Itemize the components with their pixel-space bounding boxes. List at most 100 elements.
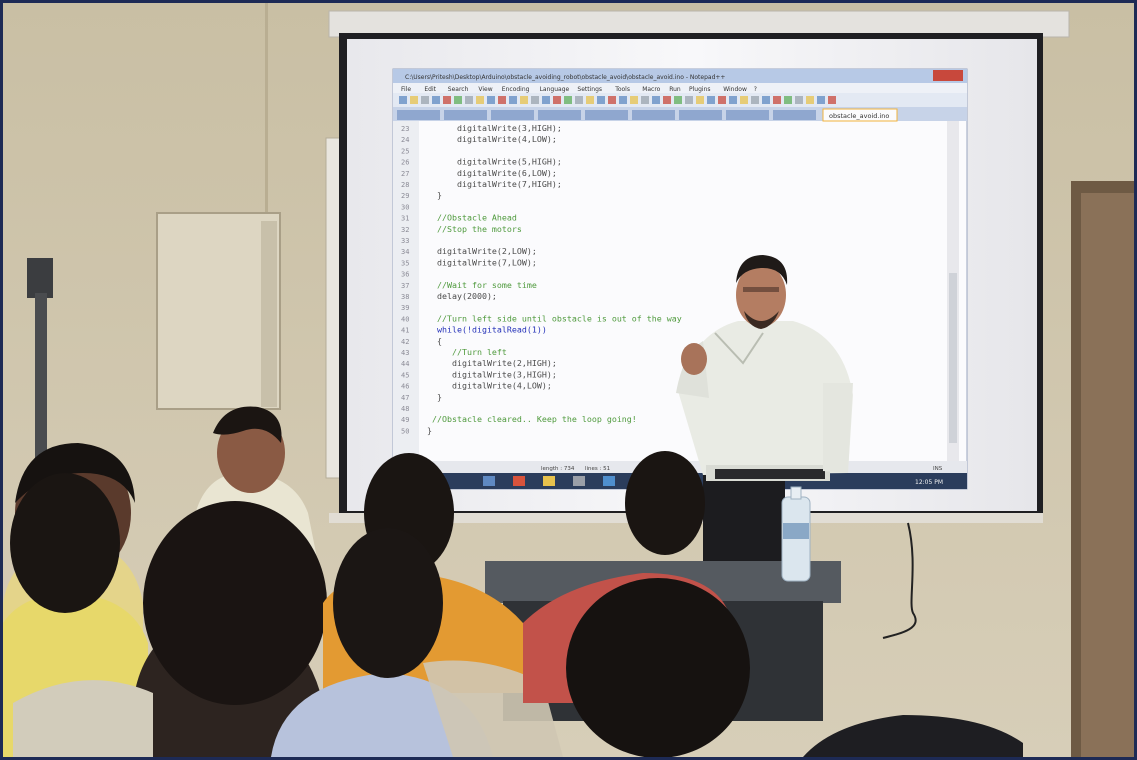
code-line: digitalWrite(5,HIGH);	[427, 157, 562, 167]
toolbar-button-icon[interactable]	[487, 96, 495, 104]
tab-inactive[interactable]	[726, 110, 769, 120]
toolbar-button-icon[interactable]	[740, 96, 748, 104]
toolbar-button-icon[interactable]	[817, 96, 825, 104]
toolbar-button-icon[interactable]	[641, 96, 649, 104]
toolbar-button-icon[interactable]	[399, 96, 407, 104]
toolbar-button-icon[interactable]	[542, 96, 550, 104]
toolbar-button-icon[interactable]	[564, 96, 572, 104]
tab-inactive[interactable]	[585, 110, 628, 120]
line-number: 38	[401, 293, 409, 301]
taskbar-app-icon[interactable]	[573, 476, 585, 486]
line-number: 25	[401, 147, 409, 155]
toolbar-button-icon[interactable]	[520, 96, 528, 104]
taskbar-app-icon[interactable]	[603, 476, 615, 486]
menu-item[interactable]: Window	[723, 86, 747, 93]
menu-item[interactable]: File	[401, 86, 411, 93]
tab-inactive[interactable]	[491, 110, 534, 120]
taskbar-clock: 12:05 PM	[915, 479, 943, 486]
menu-item[interactable]: Encoding	[502, 86, 530, 93]
line-number: 30	[401, 203, 409, 211]
toolbar-button-icon[interactable]	[465, 96, 473, 104]
toolbar-button-icon[interactable]	[410, 96, 418, 104]
editor-scrollbar-thumb[interactable]	[949, 273, 957, 443]
toolbar-button-icon[interactable]	[729, 96, 737, 104]
line-number: 43	[401, 349, 409, 357]
toolbar-button-icon[interactable]	[498, 96, 506, 104]
line-number: 50	[401, 427, 409, 435]
toolbar-button-icon[interactable]	[685, 96, 693, 104]
status-lines: lines : 51	[585, 466, 610, 472]
toolbar-button-icon[interactable]	[663, 96, 671, 104]
tab-inactive[interactable]	[679, 110, 722, 120]
door	[1081, 193, 1134, 757]
menu-item[interactable]: Macro	[642, 86, 660, 93]
line-number: 48	[401, 405, 409, 413]
toolbar-button-icon[interactable]	[421, 96, 429, 104]
menu-item[interactable]: Tools	[614, 86, 630, 93]
toolbar-button-icon[interactable]	[608, 96, 616, 104]
toolbar-button-icon[interactable]	[652, 96, 660, 104]
toolbar-button-icon[interactable]	[707, 96, 715, 104]
toolbar-button-icon[interactable]	[597, 96, 605, 104]
toolbar-button-icon[interactable]	[443, 96, 451, 104]
tab-inactive[interactable]	[632, 110, 675, 120]
toolbar-button-icon[interactable]	[476, 96, 484, 104]
line-number: 47	[401, 394, 409, 402]
status-length: length : 734	[541, 466, 575, 472]
toolbar-button-icon[interactable]	[553, 96, 561, 104]
menu-item[interactable]: Edit	[424, 86, 436, 93]
toolbar-button-icon[interactable]	[828, 96, 836, 104]
editor-title: C:\Users\Pritesh\Desktop\Arduino\obstacl…	[405, 74, 725, 81]
menu-item[interactable]: Plugins	[689, 86, 711, 93]
code-line: digitalWrite(3,HIGH);	[427, 123, 562, 133]
toolbar-button-icon[interactable]	[784, 96, 792, 104]
line-number: 41	[401, 327, 409, 335]
menu-item[interactable]: View	[478, 86, 492, 93]
toolbar-button-icon[interactable]	[619, 96, 627, 104]
taskbar-app-icon[interactable]	[543, 476, 555, 486]
toolbar-button-icon[interactable]	[575, 96, 583, 104]
toolbar-button-icon[interactable]	[454, 96, 462, 104]
toolbar-button-icon[interactable]	[751, 96, 759, 104]
toolbar-button-icon[interactable]	[531, 96, 539, 104]
toolbar-button-icon[interactable]	[586, 96, 594, 104]
menu-item[interactable]: Language	[540, 86, 570, 93]
status-ins: INS	[933, 466, 943, 472]
toolbar-button-icon[interactable]	[630, 96, 638, 104]
line-number: 42	[401, 338, 409, 346]
code-line: while(!digitalRead(1))	[427, 325, 547, 335]
toolbar-button-icon[interactable]	[509, 96, 517, 104]
code-line: digitalWrite(2,LOW);	[427, 246, 537, 256]
toolbar-button-icon[interactable]	[795, 96, 803, 104]
taskbar-app-icon[interactable]	[513, 476, 525, 486]
toolbar-button-icon[interactable]	[762, 96, 770, 104]
menu-item[interactable]: Search	[448, 86, 469, 93]
water-bottle-label	[783, 523, 809, 539]
line-number: 26	[401, 159, 409, 167]
menu-item[interactable]: Settings	[577, 86, 602, 93]
toolbar-button-icon[interactable]	[718, 96, 726, 104]
toolbar-button-icon[interactable]	[806, 96, 814, 104]
tab-inactive[interactable]	[538, 110, 581, 120]
water-bottle-cap	[790, 486, 802, 500]
line-number: 33	[401, 237, 409, 245]
editor-close-button[interactable]	[933, 70, 963, 81]
taskbar-app-icon[interactable]	[483, 476, 495, 486]
line-number: 36	[401, 271, 409, 279]
code-line: digitalWrite(7,HIGH);	[427, 179, 562, 189]
line-number: 39	[401, 304, 409, 312]
toolbar-button-icon[interactable]	[674, 96, 682, 104]
line-number: 37	[401, 282, 409, 290]
tab-inactive[interactable]	[773, 110, 816, 120]
tab-inactive[interactable]	[444, 110, 487, 120]
toolbar-button-icon[interactable]	[432, 96, 440, 104]
tab-active-label: obstacle_avoid.ino	[829, 112, 889, 120]
code-line: //Turn left	[427, 347, 507, 357]
toolbar-button-icon[interactable]	[773, 96, 781, 104]
code-line: {	[427, 336, 442, 346]
tab-inactive[interactable]	[397, 110, 440, 120]
menu-item[interactable]: Run	[669, 86, 681, 93]
toolbar-button-icon[interactable]	[696, 96, 704, 104]
menu-item[interactable]: ?	[754, 86, 757, 93]
line-number: 28	[401, 181, 409, 189]
